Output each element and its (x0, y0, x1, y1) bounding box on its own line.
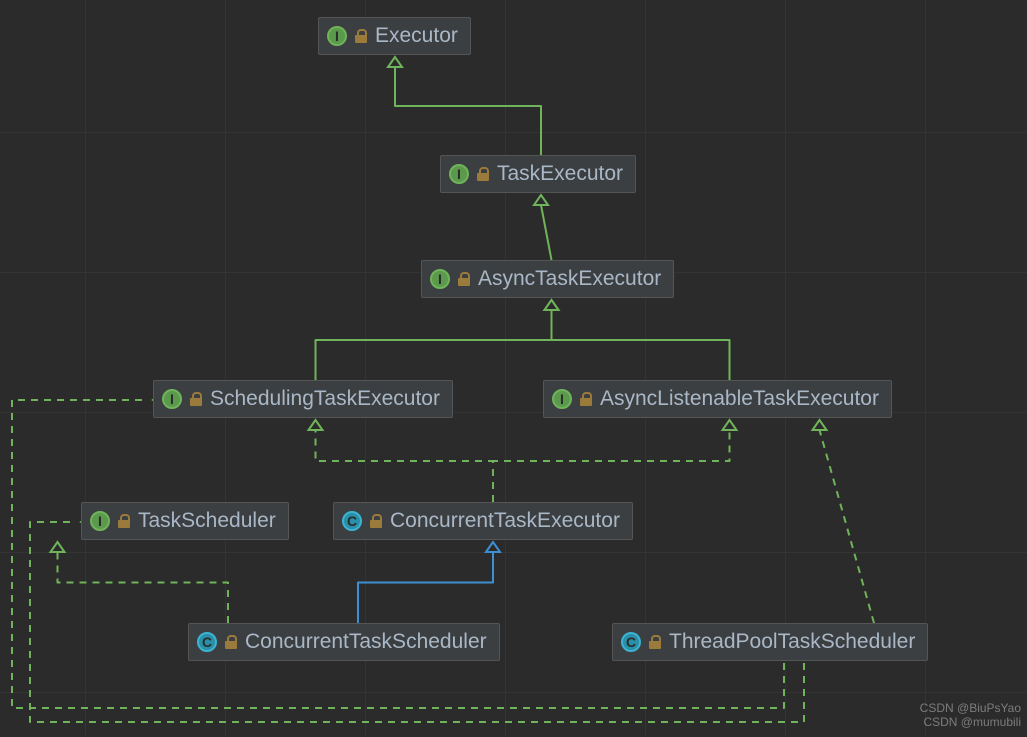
class-icon: C (197, 632, 217, 652)
node-label: SchedulingTaskExecutor (210, 387, 440, 411)
lock-icon (458, 272, 470, 286)
node-concurrent-task-scheduler[interactable]: C ConcurrentTaskScheduler (188, 623, 500, 661)
lock-icon (190, 392, 202, 406)
interface-icon: I (430, 269, 450, 289)
node-label: AsyncListenableTaskExecutor (600, 387, 879, 411)
node-label: ConcurrentTaskScheduler (245, 630, 487, 654)
class-icon: C (342, 511, 362, 531)
lock-icon (118, 514, 130, 528)
node-label: ConcurrentTaskExecutor (390, 509, 620, 533)
node-label: TaskScheduler (138, 509, 276, 533)
node-label: AsyncTaskExecutor (478, 267, 661, 291)
lock-icon (370, 514, 382, 528)
node-executor[interactable]: I Executor (318, 17, 471, 55)
node-thread-pool-task-scheduler[interactable]: C ThreadPoolTaskScheduler (612, 623, 928, 661)
lock-icon (580, 392, 592, 406)
node-async-task-executor[interactable]: I AsyncTaskExecutor (421, 260, 674, 298)
watermark-line-2: CSDN @mumubili (920, 715, 1021, 729)
node-task-scheduler[interactable]: I TaskScheduler (81, 502, 289, 540)
node-task-executor[interactable]: I TaskExecutor (440, 155, 636, 193)
lock-icon (649, 635, 661, 649)
node-async-listenable-task-executor[interactable]: I AsyncListenableTaskExecutor (543, 380, 892, 418)
lock-icon (477, 167, 489, 181)
lock-icon (225, 635, 237, 649)
node-concurrent-task-executor[interactable]: C ConcurrentTaskExecutor (333, 502, 633, 540)
node-label: Executor (375, 24, 458, 48)
node-label: ThreadPoolTaskScheduler (669, 630, 915, 654)
class-icon: C (621, 632, 641, 652)
interface-icon: I (327, 26, 347, 46)
node-label: TaskExecutor (497, 162, 623, 186)
watermark: CSDN @BiuPsYao CSDN @mumubili (920, 701, 1021, 729)
node-scheduling-task-executor[interactable]: I SchedulingTaskExecutor (153, 380, 453, 418)
lock-icon (355, 29, 367, 43)
interface-icon: I (552, 389, 572, 409)
watermark-line-1: CSDN @BiuPsYao (920, 701, 1021, 715)
interface-icon: I (449, 164, 469, 184)
interface-icon: I (90, 511, 110, 531)
interface-icon: I (162, 389, 182, 409)
